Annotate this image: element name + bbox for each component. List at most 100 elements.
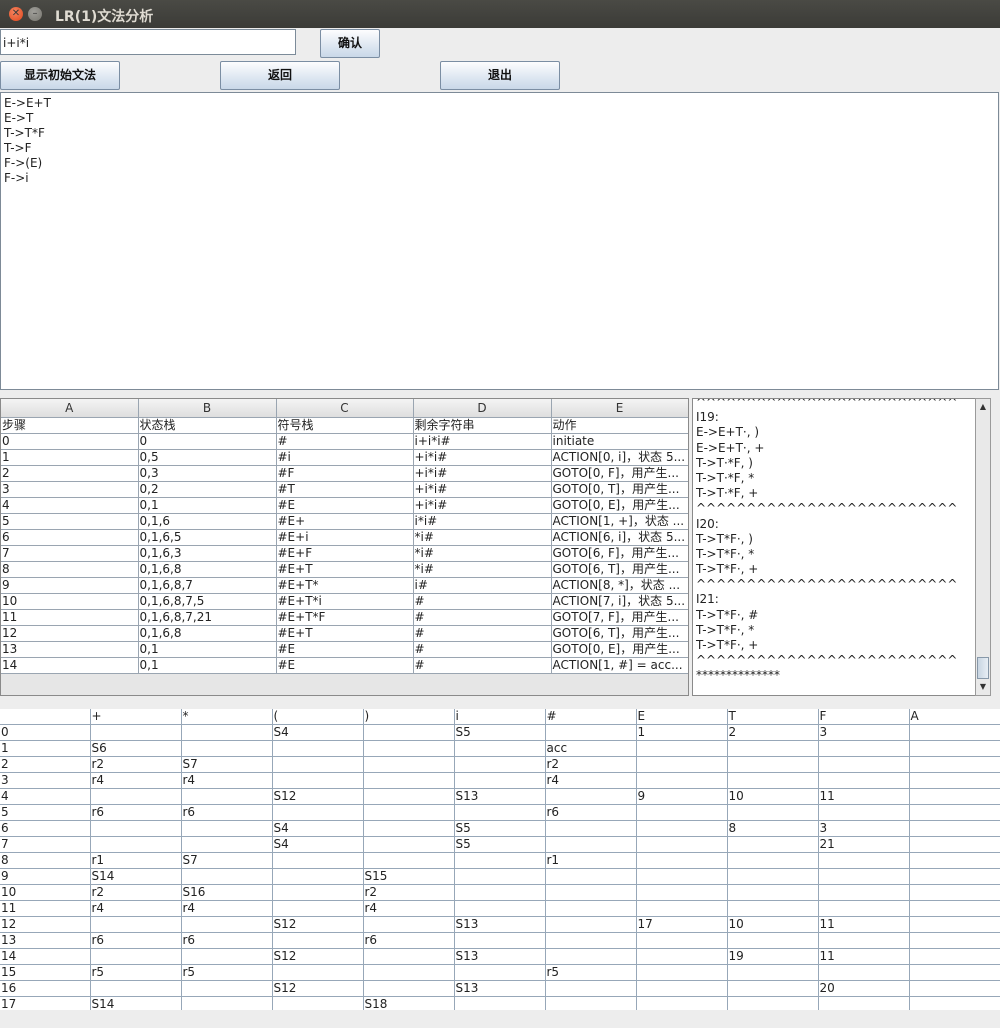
- table-cell[interactable]: [545, 788, 637, 805]
- table-cell[interactable]: [636, 868, 728, 885]
- table-cell[interactable]: r6: [181, 804, 273, 821]
- table-row[interactable]: 12 S12 S13 17 10 11: [0, 916, 1000, 933]
- table-row[interactable]: 4 S12 S13 9 10 11: [0, 788, 1000, 805]
- table-cell[interactable]: [363, 980, 455, 997]
- table-cell[interactable]: S5: [454, 820, 546, 837]
- table-cell[interactable]: 11: [1, 609, 139, 626]
- table-cell[interactable]: [727, 740, 819, 757]
- table-cell[interactable]: S18: [363, 996, 455, 1010]
- table-cell[interactable]: [545, 884, 637, 901]
- table-cell[interactable]: [909, 852, 1000, 869]
- table-cell[interactable]: [454, 756, 546, 773]
- scroll-up-icon[interactable]: ▲: [976, 400, 990, 414]
- table-cell[interactable]: [727, 932, 819, 949]
- table-cell[interactable]: [636, 772, 728, 789]
- table-cell[interactable]: #E: [276, 657, 414, 674]
- table-cell[interactable]: [545, 820, 637, 837]
- table-cell[interactable]: 20: [818, 980, 910, 997]
- table-cell[interactable]: [909, 996, 1000, 1010]
- table-cell[interactable]: [909, 724, 1000, 741]
- table-cell[interactable]: 8: [1, 561, 139, 578]
- table-row[interactable]: 9 S14 S15: [0, 868, 1000, 885]
- table-cell[interactable]: [545, 932, 637, 949]
- table-cell[interactable]: [909, 836, 1000, 853]
- table-cell[interactable]: 16: [0, 980, 91, 997]
- table-cell[interactable]: r4: [181, 772, 273, 789]
- column-letter-header[interactable]: C: [276, 399, 414, 418]
- table-cell[interactable]: 9: [636, 788, 728, 805]
- table-cell[interactable]: [909, 980, 1000, 997]
- table-cell[interactable]: [272, 868, 364, 885]
- table-cell[interactable]: r2: [90, 756, 182, 773]
- table-cell[interactable]: [909, 868, 1000, 885]
- table-row[interactable]: 4 0,1 #E +i*i# GOTO[0, E]，用产生...: [1, 497, 688, 514]
- table-cell[interactable]: +i*i#: [413, 481, 552, 498]
- table-cell[interactable]: #: [413, 625, 552, 642]
- table-cell[interactable]: *i#: [413, 561, 552, 578]
- table-cell[interactable]: [636, 852, 728, 869]
- table-cell[interactable]: GOTO[6, T]，用产生...: [551, 561, 688, 578]
- table-cell[interactable]: 5: [0, 804, 91, 821]
- table-cell[interactable]: [636, 756, 728, 773]
- table-cell[interactable]: [272, 964, 364, 981]
- table-cell[interactable]: 3: [0, 772, 91, 789]
- table-cell[interactable]: 0,1,6,8,7,5: [138, 593, 277, 610]
- table-cell[interactable]: [909, 948, 1000, 965]
- expression-input[interactable]: i+i*i: [0, 29, 296, 55]
- table-cell[interactable]: [90, 788, 182, 805]
- table-cell[interactable]: 9: [0, 868, 91, 885]
- table-cell[interactable]: [727, 868, 819, 885]
- table-cell[interactable]: 3: [818, 820, 910, 837]
- table-cell[interactable]: [818, 996, 910, 1010]
- table-row[interactable]: 8 0,1,6,8 #E+T *i# GOTO[6, T]，用产生...: [1, 561, 688, 578]
- table-cell[interactable]: [636, 884, 728, 901]
- column-letter-header[interactable]: A: [1, 399, 139, 418]
- table-cell[interactable]: [181, 980, 273, 997]
- table-row[interactable]: 7 0,1,6,3 #E+F *i# GOTO[6, F]，用产生...: [1, 545, 688, 562]
- table-cell[interactable]: [181, 740, 273, 757]
- table-cell[interactable]: [181, 996, 273, 1010]
- table-cell[interactable]: ACTION[1, #] = acc...: [551, 657, 688, 674]
- table-cell[interactable]: [909, 932, 1000, 949]
- confirm-button[interactable]: 确认: [320, 29, 380, 58]
- table-cell[interactable]: [272, 900, 364, 917]
- table-cell[interactable]: S12: [272, 980, 364, 997]
- table-cell[interactable]: [545, 724, 637, 741]
- table-cell[interactable]: [545, 916, 637, 933]
- table-cell[interactable]: 0,1,6: [138, 513, 277, 530]
- table-cell[interactable]: S13: [454, 788, 546, 805]
- table-cell[interactable]: r6: [181, 932, 273, 949]
- table-cell[interactable]: 12: [0, 916, 91, 933]
- table-cell[interactable]: r6: [90, 932, 182, 949]
- column-letter-header[interactable]: D: [413, 399, 552, 418]
- table-cell[interactable]: [454, 996, 546, 1010]
- table-cell[interactable]: 0,1,6,5: [138, 529, 277, 546]
- table-cell[interactable]: S7: [181, 852, 273, 869]
- table-row[interactable]: 15 r5 r5 r5: [0, 964, 1000, 981]
- table-cell[interactable]: r2: [363, 884, 455, 901]
- table-cell[interactable]: S4: [272, 724, 364, 741]
- table-cell[interactable]: #E+F: [276, 545, 414, 562]
- table-cell[interactable]: 6: [1, 529, 139, 546]
- table-row[interactable]: 14 S12 S13 19 11: [0, 948, 1000, 965]
- table-cell[interactable]: [454, 804, 546, 821]
- table-cell[interactable]: 7: [1, 545, 139, 562]
- table-cell[interactable]: [272, 740, 364, 757]
- table-cell[interactable]: #E+T: [276, 561, 414, 578]
- table-cell[interactable]: 10: [727, 788, 819, 805]
- table-row[interactable]: 14 0,1 #E # ACTION[1, #] = acc...: [1, 657, 688, 674]
- table-cell[interactable]: 2: [727, 724, 819, 741]
- table-cell[interactable]: S12: [272, 788, 364, 805]
- table-cell[interactable]: [727, 852, 819, 869]
- table-cell[interactable]: 0: [0, 724, 91, 741]
- table-cell[interactable]: *i#: [413, 529, 552, 546]
- table-cell[interactable]: [181, 820, 273, 837]
- table-cell[interactable]: [636, 980, 728, 997]
- table-cell[interactable]: 3: [1, 481, 139, 498]
- table-cell[interactable]: [454, 900, 546, 917]
- table-cell[interactable]: GOTO[6, F]，用产生...: [551, 545, 688, 562]
- item-sets-panel[interactable]: ^^^^^^^^^^^^^^^^^^^^^^^^^^ I19: E->E+T·, )…: [692, 398, 991, 696]
- back-button[interactable]: 返回: [220, 61, 340, 90]
- table-cell[interactable]: [181, 724, 273, 741]
- table-cell[interactable]: [909, 740, 1000, 757]
